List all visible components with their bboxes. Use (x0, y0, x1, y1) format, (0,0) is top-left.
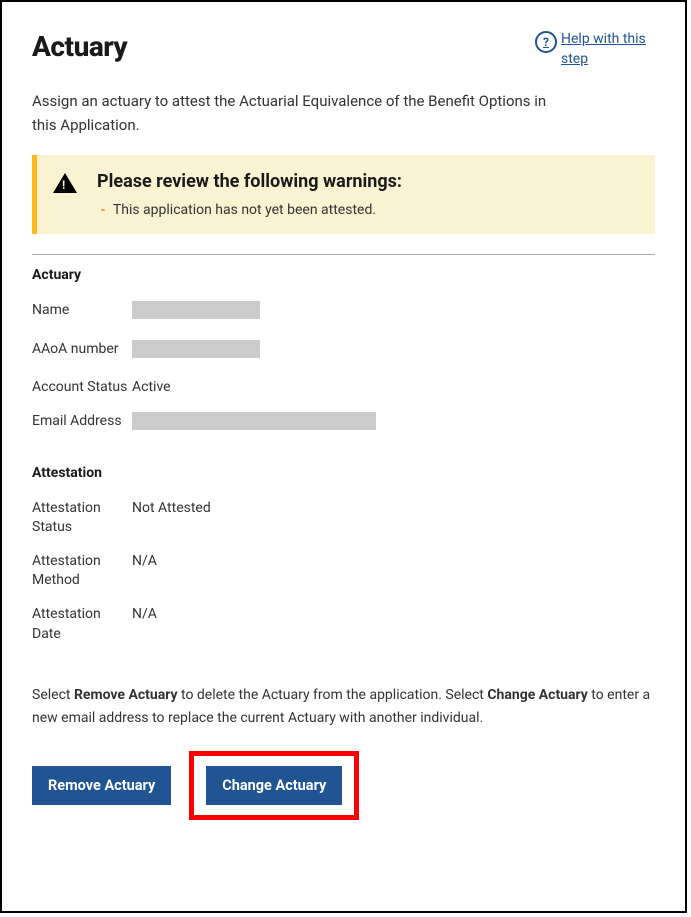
intro-text: Assign an actuary to attest the Actuaria… (32, 89, 572, 137)
page-frame: Actuary ? Help with this step Assign an … (0, 0, 687, 913)
instr-mid1: to delete the Actuary from the applicati… (178, 687, 488, 703)
field-att-date: Attestation Date N/A (32, 605, 655, 644)
warning-title: Please review the following warnings: (97, 171, 635, 192)
warning-icon (53, 173, 77, 193)
account-status-value: Active (132, 378, 171, 398)
att-status-label: Attestation Status (32, 499, 132, 538)
warning-box: Please review the following warnings: Th… (32, 155, 655, 234)
attestation-heading: Attestation (32, 465, 655, 481)
att-method-label: Attestation Method (32, 552, 132, 591)
attestation-section: Attestation Attestation Status Not Attes… (32, 465, 655, 645)
field-name: Name (32, 301, 655, 326)
field-aaoa: AAoA number (32, 340, 655, 365)
instr-bold1: Remove Actuary (74, 687, 178, 703)
aaoa-label: AAoA number (32, 340, 132, 360)
divider (32, 254, 655, 255)
help-link[interactable]: ? Help with this step (535, 30, 655, 69)
account-status-label: Account Status (32, 378, 132, 398)
change-actuary-button[interactable]: Change Actuary (206, 766, 342, 805)
att-method-value: N/A (132, 552, 157, 572)
instruction-text: Select Remove Actuary to delete the Actu… (32, 684, 655, 729)
att-date-label: Attestation Date (32, 605, 132, 644)
att-status-value: Not Attested (132, 499, 211, 519)
field-att-status: Attestation Status Not Attested (32, 499, 655, 538)
redacted-block (132, 340, 260, 358)
remove-actuary-button[interactable]: Remove Actuary (32, 766, 171, 805)
warning-item: This application has not yet been attest… (97, 202, 635, 218)
name-value (132, 301, 260, 326)
field-att-method: Attestation Method N/A (32, 552, 655, 591)
header-row: Actuary ? Help with this step (32, 30, 655, 69)
highlight-frame: Change Actuary (189, 751, 359, 820)
att-date-value: N/A (132, 605, 157, 625)
actuary-heading: Actuary (32, 267, 655, 283)
email-value (132, 412, 376, 437)
instr-bold2: Change Actuary (487, 687, 587, 703)
warning-content: Please review the following warnings: Th… (97, 171, 635, 218)
field-email: Email Address (32, 412, 655, 437)
button-row: Remove Actuary Change Actuary (32, 751, 655, 820)
help-link-text: Help with this step (561, 30, 655, 69)
aaoa-value (132, 340, 260, 365)
email-label: Email Address (32, 412, 132, 432)
redacted-block (132, 412, 376, 430)
name-label: Name (32, 301, 132, 321)
field-account-status: Account Status Active (32, 378, 655, 398)
help-icon: ? (535, 31, 557, 53)
redacted-block (132, 301, 260, 319)
page-title: Actuary (32, 30, 127, 63)
instr-pre1: Select (32, 687, 74, 703)
